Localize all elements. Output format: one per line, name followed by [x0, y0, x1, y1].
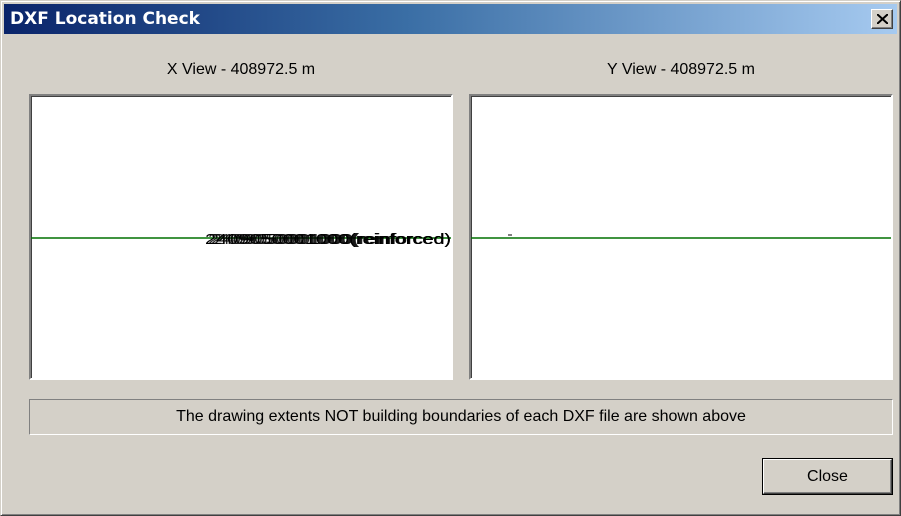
y-view-panel — [469, 94, 893, 380]
window-title: DXF Location Check — [10, 9, 200, 29]
y-view-canvas — [471, 234, 891, 239]
close-button[interactable]: Close — [763, 459, 892, 494]
x-view-label: X View - 408972.5 m — [166, 61, 316, 78]
dxf-location-check-dialog: DXF Location Check X View - 408972.5 m Y… — [0, 0, 901, 516]
close-x-icon[interactable] — [871, 9, 893, 29]
title-bar[interactable]: DXF Location Check — [4, 4, 897, 34]
status-message: The drawing extents NOT building boundar… — [29, 399, 893, 435]
y-view-label: Y View - 408972.5 m — [607, 61, 755, 78]
x-view-panel: 2409050001000(reinforced) 2409050001000(… — [29, 94, 453, 380]
x-view-dxf-label: 2409050001000(reinforced) — [214, 231, 451, 248]
close-x-glyph — [877, 14, 888, 24]
x-view-canvas: 2409050001000(reinforced) 2409050001000(… — [31, 231, 451, 248]
